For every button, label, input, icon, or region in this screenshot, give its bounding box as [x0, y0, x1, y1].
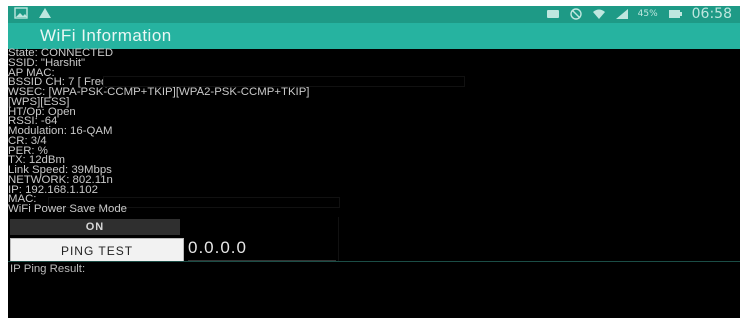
state-line: State: CONNECTED [8, 47, 740, 59]
ip-line: IP: 192.168.1.102 [8, 184, 740, 196]
mute-icon [569, 8, 582, 20]
clock: 06:58 [691, 6, 732, 22]
wifi-icon [592, 9, 605, 19]
warning-icon [39, 8, 51, 18]
image-notification-icon [14, 7, 28, 19]
signal-icon [615, 9, 628, 19]
rssi-line: RSSI: -64 [8, 116, 740, 127]
status-bar: 45% 06:58 [8, 6, 740, 23]
ping-result-label: IP Ping Result: [10, 263, 86, 275]
per-line: PER: % [8, 145, 740, 157]
power-save-text: WiFi Power Save Mode [8, 203, 128, 215]
battery-icon [668, 10, 682, 18]
network-line: NETWORK: 802.11n [8, 174, 740, 186]
app-bar: WiFi Information [8, 23, 740, 49]
tx-line: TX: 12dBm [8, 155, 740, 166]
ping-test-button[interactable]: PING TEST [10, 238, 184, 262]
nfc-icon [546, 10, 559, 18]
battery-percent: 45% [637, 9, 658, 19]
power-save-line: WiFi Power Save Mode [8, 203, 740, 215]
wsec-line-2: [WPS][ESS] [8, 96, 740, 108]
power-save-toggle[interactable]: ON [10, 219, 180, 235]
ht-line: HT/Op: Open [8, 106, 740, 118]
wsec-line: WSEC: [WPA-PSK-CCMP+TKIP][WPA2-PSK-CCMP+… [8, 86, 740, 98]
page-title: WiFi Information [40, 26, 172, 45]
modulation-line: Modulation: 16-QAM [8, 125, 740, 137]
divider [8, 261, 740, 262]
cr-line: CR: 3/4 [8, 135, 740, 147]
ping-ip-input[interactable]: 0.0.0.0 [188, 236, 336, 261]
ssid-line: SSID: "Harshit" [8, 57, 740, 69]
wifi-info-panel: State: CONNECTED SSID: "Harshit" AP MAC:… [8, 47, 740, 318]
phone-screen: 45% 06:58 WiFi Information State: CONNEC… [8, 6, 740, 318]
link-speed-line: Link Speed: 39Mbps [8, 164, 740, 176]
